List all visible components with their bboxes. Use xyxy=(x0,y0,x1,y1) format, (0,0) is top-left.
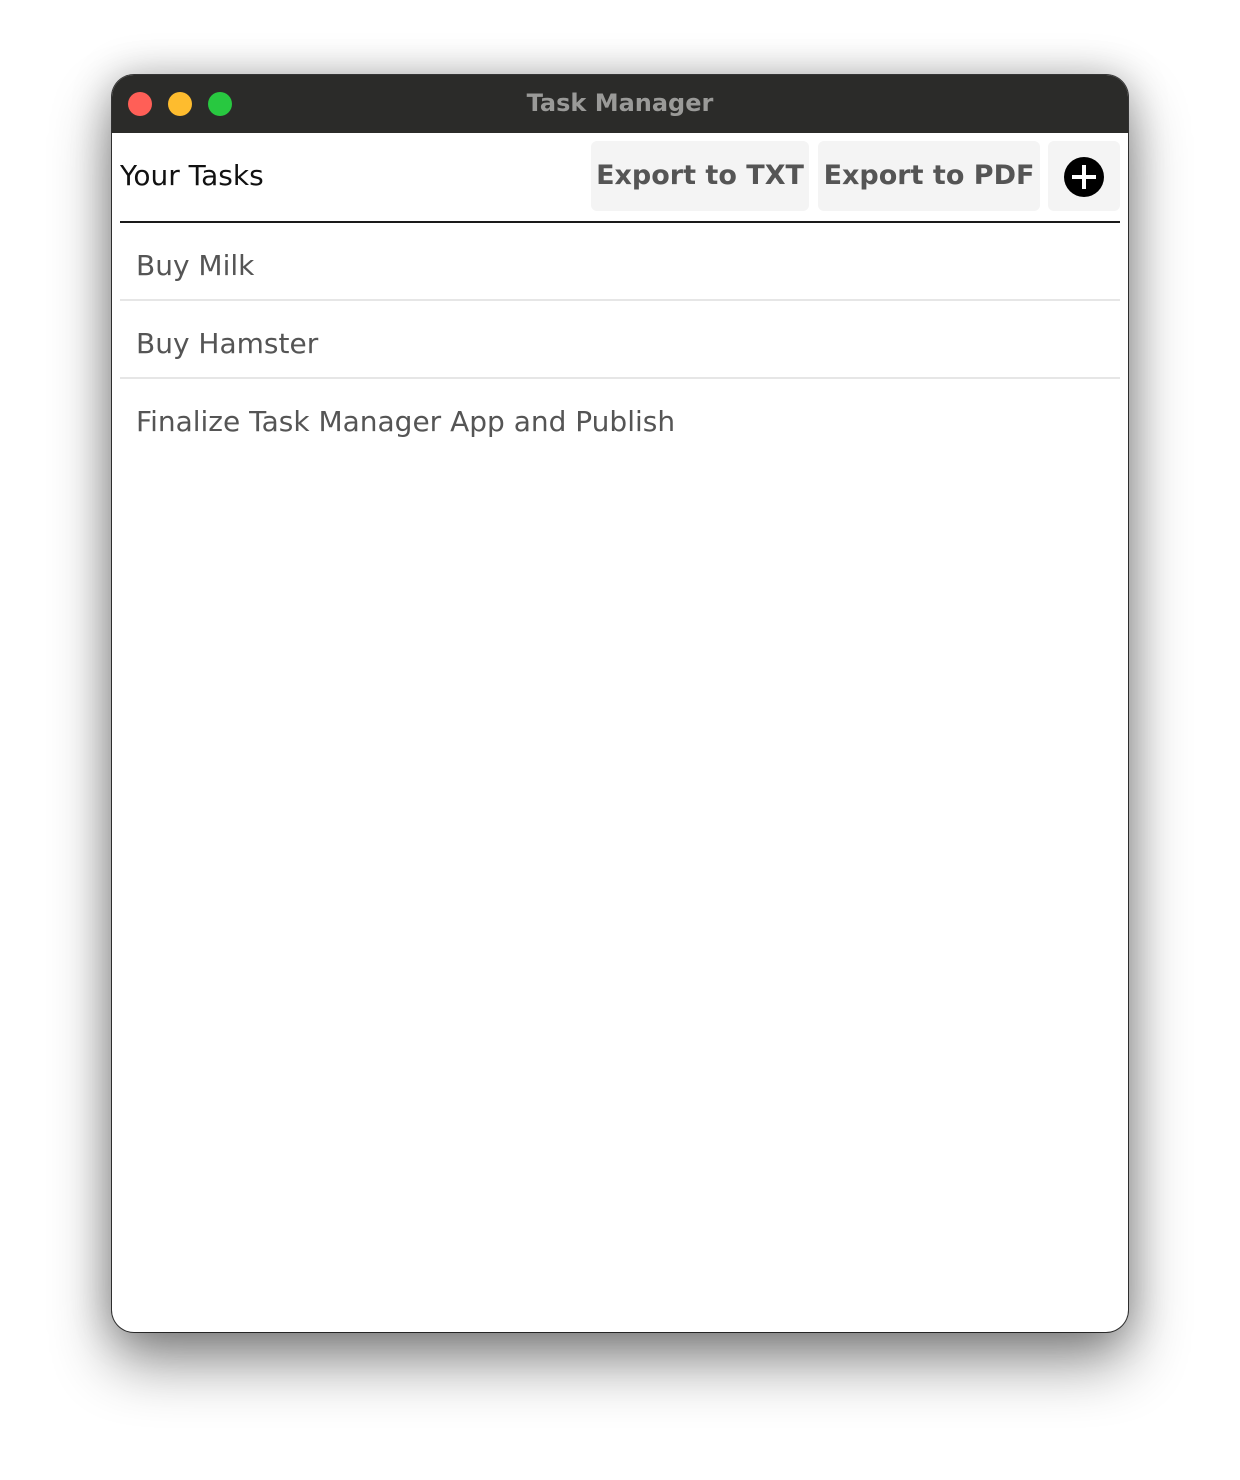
add-task-button[interactable] xyxy=(1048,141,1120,211)
app-window: Task Manager Your Tasks Export to TXT Ex… xyxy=(112,75,1128,1332)
export-txt-button[interactable]: Export to TXT xyxy=(591,141,809,211)
task-item[interactable]: Finalize Task Manager App and Publish xyxy=(120,379,1120,455)
task-item[interactable]: Buy Milk xyxy=(120,223,1120,301)
window-title: Task Manager xyxy=(526,89,714,117)
task-item[interactable]: Buy Hamster xyxy=(120,301,1120,379)
export-pdf-button[interactable]: Export to PDF xyxy=(818,141,1040,211)
tasks-header: Your Tasks Export to TXT Export to PDF xyxy=(120,133,1120,223)
title-bar[interactable]: Task Manager xyxy=(112,75,1128,133)
page-title: Your Tasks xyxy=(120,159,264,192)
task-list: Buy Milk Buy Hamster Finalize Task Manag… xyxy=(120,223,1120,455)
plus-circle-icon xyxy=(1064,157,1104,197)
